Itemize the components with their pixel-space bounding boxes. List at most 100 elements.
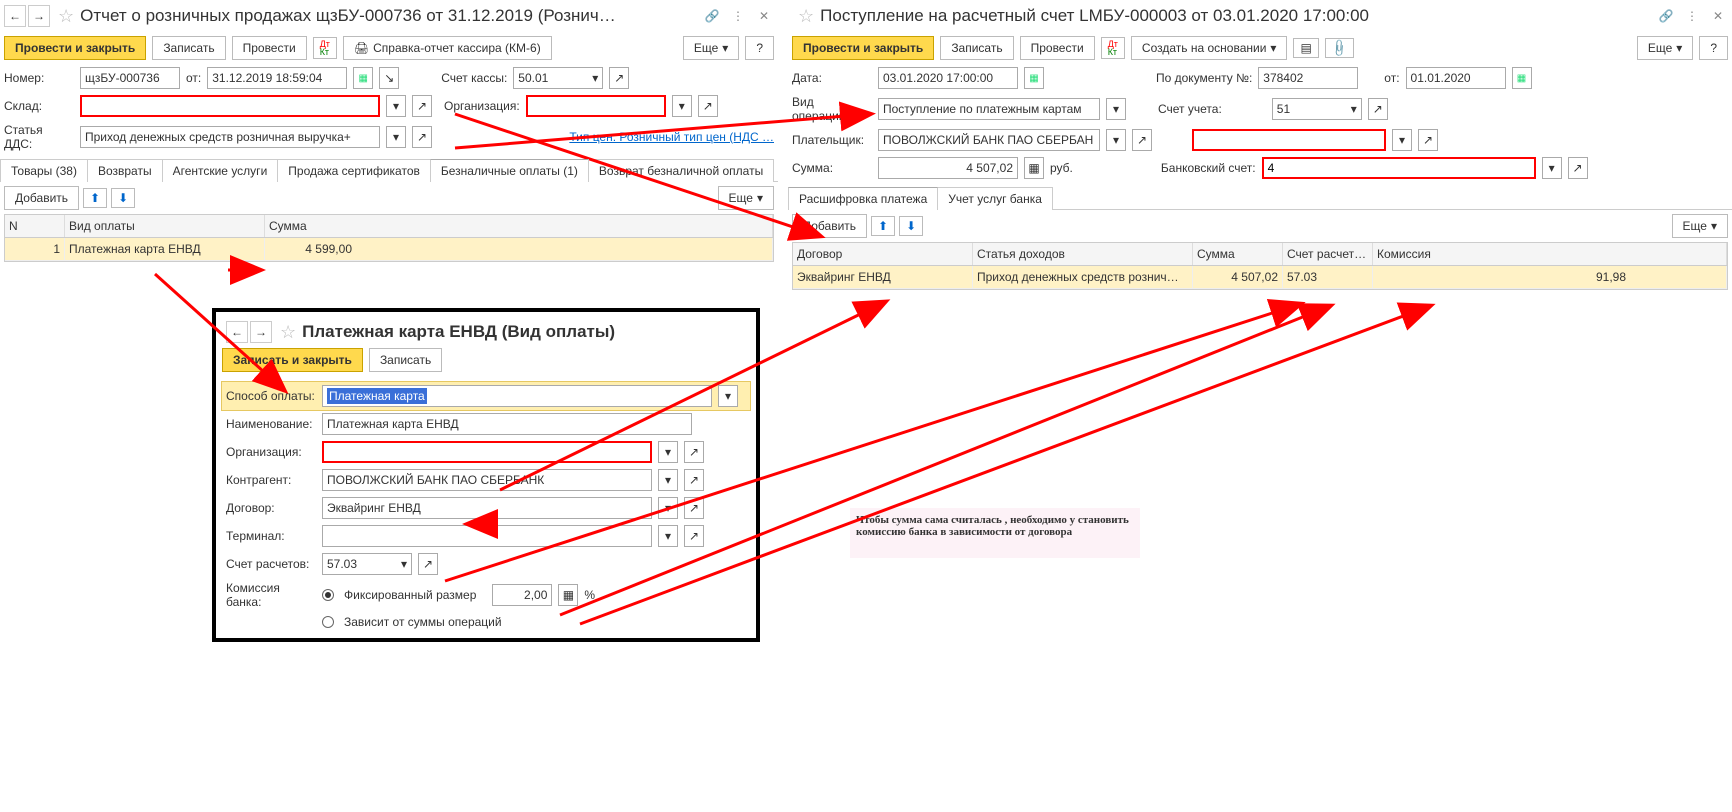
- term-input[interactable]: [322, 525, 652, 547]
- back-icon[interactable]: ←: [4, 5, 26, 27]
- tab-cert[interactable]: Продажа сертификатов: [277, 159, 431, 182]
- method-dd-icon[interactable]: ▾: [718, 385, 738, 407]
- docdate-input[interactable]: 01.01.2020: [1406, 67, 1506, 89]
- tab-agent[interactable]: Агентские услуги: [162, 159, 279, 182]
- date-input[interactable]: 31.12.2019 18:59:04: [207, 67, 347, 89]
- star-icon[interactable]: ☆: [280, 322, 296, 343]
- acc-pick-icon[interactable]: ↗: [418, 553, 438, 575]
- grid-more-button[interactable]: Еще ▾: [718, 186, 774, 210]
- bank-input[interactable]: 4: [1262, 157, 1536, 179]
- write-button[interactable]: Записать: [940, 36, 1013, 60]
- dog-input[interactable]: Эквайринг ЕНВД: [322, 497, 652, 519]
- cal-icon[interactable]: ▦: [1024, 67, 1044, 89]
- close-icon[interactable]: ✕: [1708, 6, 1728, 26]
- close-icon[interactable]: ✕: [754, 6, 774, 26]
- org-input[interactable]: [526, 95, 666, 117]
- org-dd-icon[interactable]: ▾: [1392, 129, 1412, 151]
- acc-pick-icon[interactable]: ↗: [1368, 98, 1388, 120]
- more-icon[interactable]: ⋮: [1682, 6, 1702, 26]
- bank-pick-icon[interactable]: ↗: [1568, 157, 1588, 179]
- add-button-r[interactable]: Добавить: [792, 214, 867, 238]
- acc-input-p[interactable]: 57.03▾: [322, 553, 412, 575]
- op-dd-icon[interactable]: ▾: [1106, 98, 1126, 120]
- post-close-button[interactable]: Провести и закрыть: [792, 36, 934, 60]
- calendar-arrow-icon[interactable]: ↘: [379, 67, 399, 89]
- dds-dd-icon[interactable]: ▾: [386, 126, 406, 148]
- dtkt-button[interactable]: ДтКт: [1101, 37, 1125, 59]
- up-icon[interactable]: ⬆: [871, 216, 895, 236]
- term-dd-icon[interactable]: ▾: [658, 525, 678, 547]
- sklad-dd-icon[interactable]: ▾: [386, 95, 406, 117]
- docno-input[interactable]: 378402: [1258, 67, 1358, 89]
- km6-button[interactable]: 🖨 Справка-отчет кассира (КМ-6): [343, 36, 552, 60]
- tab-noncash[interactable]: Безналичные оплаты (1): [430, 159, 589, 182]
- more-icon[interactable]: ⋮: [728, 6, 748, 26]
- org-dd-icon[interactable]: ▾: [658, 441, 678, 463]
- link-icon[interactable]: 🔗: [1656, 6, 1676, 26]
- bank-dd-icon[interactable]: ▾: [1542, 157, 1562, 179]
- payer-input[interactable]: ПОВОЛЖСКИЙ БАНК ПАО СБЕРБАН: [878, 129, 1100, 151]
- save-close-button[interactable]: Записать и закрыть: [222, 348, 363, 372]
- tab-returns[interactable]: Возвраты: [87, 159, 163, 182]
- price-link[interactable]: Тип цен: Розничный тип цен (НДС …: [569, 130, 774, 144]
- org-pick-icon[interactable]: ↗: [684, 441, 704, 463]
- org-dd-icon[interactable]: ▾: [672, 95, 692, 117]
- create-base-button[interactable]: Создать на основании ▾: [1131, 36, 1288, 60]
- org-input-r[interactable]: [1192, 129, 1386, 151]
- acc-input[interactable]: 51▾: [1272, 98, 1362, 120]
- radio-fixed[interactable]: [322, 589, 334, 601]
- post-button[interactable]: Провести: [232, 36, 307, 60]
- number-input[interactable]: щзБУ-000736: [80, 67, 180, 89]
- calendar-icon[interactable]: ▦: [353, 67, 373, 89]
- up-icon[interactable]: ⬆: [83, 188, 107, 208]
- tab-bank-services[interactable]: Учет услуг банка: [937, 187, 1053, 210]
- kassa-pick-icon[interactable]: ↗: [609, 67, 629, 89]
- payer-dd-icon[interactable]: ▾: [1106, 129, 1126, 151]
- tab-noncash-ret[interactable]: Возврат безналичной оплаты: [588, 159, 774, 182]
- add-button[interactable]: Добавить: [4, 186, 79, 210]
- table-row[interactable]: 1 Платежная карта ЕНВД 4 599,00: [5, 238, 773, 261]
- dtkt-button[interactable]: ДтКт: [313, 37, 337, 59]
- help-button[interactable]: ?: [1699, 36, 1728, 60]
- org-pick-icon[interactable]: ↗: [1418, 129, 1438, 151]
- kom-input[interactable]: 2,00: [492, 584, 552, 606]
- back-icon[interactable]: ←: [226, 321, 248, 343]
- link-icon[interactable]: 🔗: [702, 6, 722, 26]
- term-pick-icon[interactable]: ↗: [684, 525, 704, 547]
- more-button[interactable]: Еще ▾: [1637, 36, 1693, 60]
- table-row[interactable]: Эквайринг ЕНВД Приход денежных средств р…: [793, 266, 1727, 289]
- post-close-button[interactable]: Провести и закрыть: [4, 36, 146, 60]
- fwd-icon[interactable]: →: [250, 321, 272, 343]
- dog-pick-icon[interactable]: ↗: [684, 497, 704, 519]
- radio-depends[interactable]: [322, 616, 334, 628]
- help-button[interactable]: ?: [745, 36, 774, 60]
- org-pick-icon[interactable]: ↗: [698, 95, 718, 117]
- attachment-icon[interactable]: 📎: [1325, 38, 1354, 58]
- method-input[interactable]: Платежная карта: [322, 385, 712, 407]
- contr-dd-icon[interactable]: ▾: [658, 469, 678, 491]
- grid-more-button-r[interactable]: Еще ▾: [1672, 214, 1728, 238]
- tab-goods[interactable]: Товары (38): [0, 159, 88, 182]
- date-input-r[interactable]: 03.01.2020 17:00:00: [878, 67, 1018, 89]
- write-button[interactable]: Записать: [152, 36, 225, 60]
- cal2-icon[interactable]: ▦: [1512, 67, 1532, 89]
- write-button[interactable]: Записать: [369, 348, 442, 372]
- op-input[interactable]: Поступление по платежным картам: [878, 98, 1100, 120]
- star-icon[interactable]: ☆: [58, 6, 74, 27]
- down-icon[interactable]: ⬇: [111, 188, 135, 208]
- sklad-pick-icon[interactable]: ↗: [412, 95, 432, 117]
- name-input[interactable]: Платежная карта ЕНВД: [322, 413, 692, 435]
- star-icon[interactable]: ☆: [798, 6, 814, 27]
- calc-icon[interactable]: ▦: [1024, 157, 1044, 179]
- contr-input[interactable]: ПОВОЛЖСКИЙ БАНК ПАО СБЕРБАНК: [322, 469, 652, 491]
- sum-input[interactable]: 4 507,02: [878, 157, 1018, 179]
- dds-pick-icon[interactable]: ↗: [412, 126, 432, 148]
- sklad-input[interactable]: [80, 95, 380, 117]
- list-icon[interactable]: ▤: [1293, 38, 1318, 58]
- contr-pick-icon[interactable]: ↗: [684, 469, 704, 491]
- fwd-icon[interactable]: →: [28, 5, 50, 27]
- payer-pick-icon[interactable]: ↗: [1132, 129, 1152, 151]
- dds-input[interactable]: Приход денежных средств розничная выручк…: [80, 126, 380, 148]
- more-button[interactable]: Еще ▾: [683, 36, 739, 60]
- down-icon[interactable]: ⬇: [899, 216, 923, 236]
